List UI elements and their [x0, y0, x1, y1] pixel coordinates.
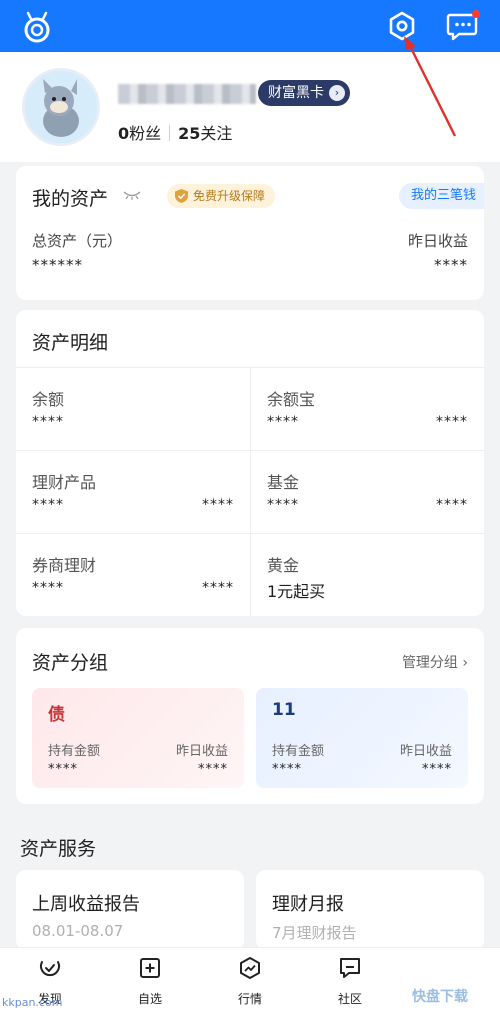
discover-icon: [40, 961, 60, 977]
asset-item-earnings: ****: [202, 580, 234, 596]
service-title: 理财月报: [272, 894, 344, 915]
unread-dot: [472, 10, 480, 18]
username-blurred: [118, 84, 256, 104]
asset-details-grid: 余额 **** 余额宝 **** **** 理财产品 **** **** 基金 …: [16, 367, 484, 616]
hold-amount-label: 持有金额: [48, 744, 101, 759]
group-box-bond[interactable]: 债 持有金额 昨日收益 **** ****: [32, 688, 244, 788]
stats-divider: [169, 125, 171, 141]
nav-label: 社区: [337, 992, 362, 1006]
asset-item-value: ****: [32, 414, 64, 430]
monthly-report-card[interactable]: 理财月报 7月理财报告: [256, 870, 484, 950]
watchlist-icon: [140, 958, 160, 978]
asset-item-value: ****: [267, 414, 299, 430]
asset-item-earnings: ****: [436, 497, 468, 513]
follow-stats: 0粉丝 25关注: [118, 120, 232, 144]
shield-icon: [175, 189, 188, 203]
asset-details-card: 资产明细 余额 **** 余额宝 **** **** 理财产品 **** ***…: [16, 310, 484, 616]
chevron-right-icon: ›: [329, 85, 345, 101]
yesterday-earnings-label: 昨日收益: [407, 232, 468, 250]
asset-item-value: 1元起买: [267, 582, 326, 601]
avatar-cat-icon: [25, 71, 97, 143]
free-upgrade-button[interactable]: 免费升级保障: [167, 184, 276, 208]
badge-label: 财富黑卡: [268, 85, 324, 101]
community-icon: [340, 958, 360, 978]
group-name: 债: [48, 705, 65, 725]
asset-groups-card: 资产分组 管理分组 › 债 持有金额 昨日收益 **** **** 11 持有金…: [16, 628, 484, 804]
my-assets-title: 我的资产: [32, 188, 109, 210]
asset-item-name: 理财产品: [32, 473, 97, 492]
asset-item-value: ****: [267, 497, 299, 513]
asset-item-wealth-products[interactable]: 理财产品 **** ****: [16, 450, 250, 533]
avatar[interactable]: [22, 68, 100, 146]
nav-label: 行情: [237, 992, 262, 1006]
nav-item-watchlist[interactable]: 自选: [120, 956, 180, 1007]
chevron-right-icon: ›: [462, 655, 468, 671]
asset-item-broker-wealth[interactable]: 券商理财 **** ****: [16, 533, 250, 616]
asset-item-name: 黄金: [267, 556, 300, 575]
asset-item-yuebao[interactable]: 余额宝 **** ****: [250, 367, 484, 450]
group-box-11[interactable]: 11 持有金额 昨日收益 **** ****: [256, 688, 468, 788]
asset-item-name: 基金: [267, 473, 300, 492]
upgrade-label: 免费升级保障: [193, 189, 266, 203]
asset-item-name: 券商理财: [32, 556, 97, 575]
asset-item-name: 余额: [32, 390, 65, 409]
yesterday-earnings-value: ****: [422, 762, 452, 777]
app-logo-icon[interactable]: [20, 10, 54, 44]
yesterday-earnings-value: ****: [434, 256, 468, 274]
follow-count[interactable]: 25: [178, 124, 200, 143]
manage-groups-link[interactable]: 管理分组 ›: [402, 652, 468, 672]
asset-item-name: 余额宝: [267, 390, 316, 409]
hold-amount-value: ****: [272, 762, 302, 777]
group-name: 11: [272, 700, 296, 720]
service-subtitle: 7月理财报告: [272, 924, 357, 942]
asset-services-title: 资产服务: [20, 838, 97, 860]
nav-item-community[interactable]: 社区: [320, 956, 380, 1007]
nav-item-market[interactable]: 行情: [220, 956, 280, 1007]
asset-details-title: 资产明细: [32, 332, 109, 354]
market-icon: [240, 957, 260, 979]
my-three-money-button[interactable]: 我的三笔钱: [398, 183, 484, 209]
asset-item-balance[interactable]: 余额 ****: [16, 367, 250, 450]
watermark-left: kkpan.com: [2, 996, 63, 1009]
asset-item-earnings: ****: [202, 497, 234, 513]
hold-amount-value: ****: [48, 762, 78, 777]
asset-item-value: ****: [32, 497, 64, 513]
total-assets-value: ******: [32, 256, 83, 274]
eye-closed-icon[interactable]: [123, 189, 141, 201]
follow-label[interactable]: 关注: [200, 124, 232, 143]
fans-label[interactable]: 粉丝: [129, 124, 161, 143]
watermark-right: 快盘下载: [412, 989, 468, 1005]
asset-item-funds[interactable]: 基金 **** ****: [250, 450, 484, 533]
yesterday-earnings-label: 昨日收益: [175, 744, 228, 759]
yesterday-earnings-label: 昨日收益: [399, 744, 452, 759]
fans-count[interactable]: 0: [118, 124, 129, 143]
weekly-report-card[interactable]: 上周收益报告 08.01-08.07: [16, 870, 244, 950]
service-subtitle: 08.01-08.07: [32, 922, 124, 940]
wealth-black-card-badge[interactable]: 财富黑卡 ›: [258, 80, 350, 106]
manage-groups-label: 管理分组: [401, 655, 458, 671]
total-assets-label: 总资产（元）: [32, 232, 123, 250]
hold-amount-label: 持有金额: [272, 744, 325, 759]
asset-item-value: ****: [32, 580, 64, 596]
service-title: 上周收益报告: [32, 894, 140, 915]
annotation-arrow: [404, 36, 457, 137]
yesterday-earnings-value: ****: [198, 762, 228, 777]
nav-label: 自选: [137, 992, 162, 1006]
asset-item-gold[interactable]: 黄金 1元起买: [250, 533, 484, 616]
asset-groups-title: 资产分组: [32, 652, 109, 674]
my-assets-card: 我的资产 免费升级保障 我的三笔钱 总资产（元） 昨日收益 ****** ***…: [16, 166, 484, 300]
asset-item-earnings: ****: [436, 414, 468, 430]
